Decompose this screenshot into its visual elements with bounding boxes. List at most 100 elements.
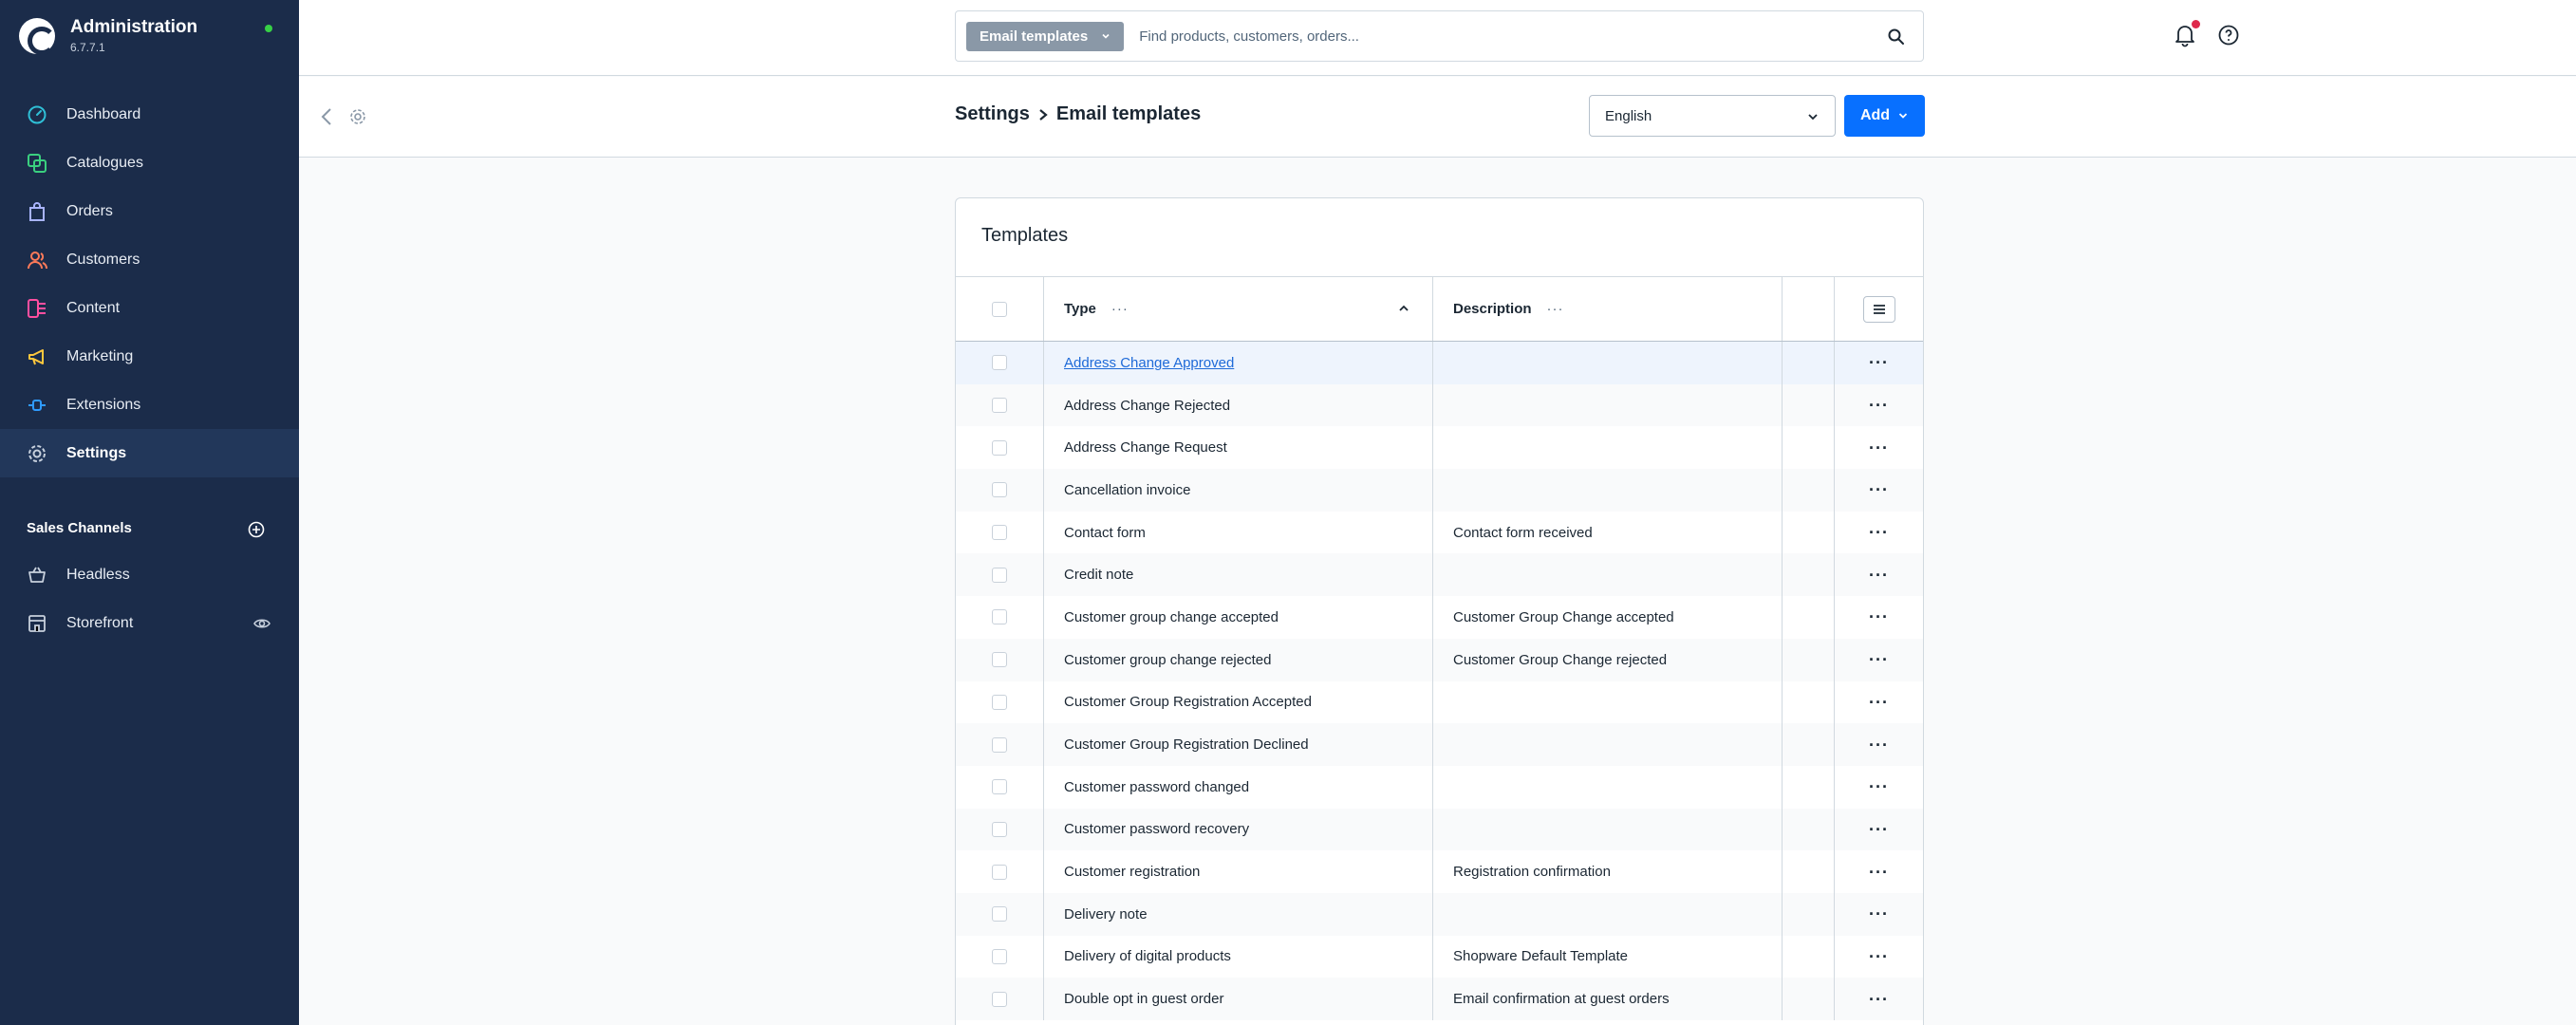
template-type-link[interactable]: Address Change Approved	[1064, 355, 1234, 371]
language-switch[interactable]: English	[1589, 95, 1836, 137]
empty-cell	[1783, 850, 1835, 893]
column-settings-button[interactable]	[1862, 295, 1895, 323]
template-type-link[interactable]: Customer password recovery	[1064, 821, 1249, 837]
template-type-link[interactable]: Address Change Request	[1064, 439, 1227, 456]
add-sales-channel-icon[interactable]	[248, 521, 265, 538]
row-checkbox[interactable]	[992, 864, 1007, 880]
template-type-link[interactable]: Cancellation invoice	[1064, 482, 1190, 498]
row-actions-menu-icon[interactable]: ···	[1869, 608, 1889, 625]
table-row[interactable]: Delivery of digital products Shopware Def…	[956, 935, 1923, 978]
table-row[interactable]: Address Change Approved ···	[956, 342, 1923, 384]
row-actions-menu-icon[interactable]: ···	[1869, 439, 1889, 457]
template-type-link[interactable]: Customer registration	[1064, 864, 1200, 880]
table-row[interactable]: Customer Group Registration Declined ···	[956, 723, 1923, 766]
sidebar-item-extensions[interactable]: Extensions	[0, 381, 299, 429]
table-row[interactable]: Credit note ···	[956, 553, 1923, 597]
row-checkbox[interactable]	[992, 948, 1007, 964]
table-row[interactable]: Address Change Rejected ···	[956, 383, 1923, 427]
table-row[interactable]: Customer group change rejected Customer G…	[956, 638, 1923, 681]
sales-channel-storefront[interactable]: Storefront	[0, 599, 299, 647]
table-row[interactable]: Contact form Contact form received ···	[956, 511, 1923, 554]
empty-cell	[1783, 935, 1835, 978]
row-checkbox[interactable]	[992, 652, 1007, 668]
brand[interactable]: Administration 6.7.7.1	[19, 17, 197, 55]
row-checkbox[interactable]	[992, 779, 1007, 795]
row-checkbox[interactable]	[992, 906, 1007, 922]
add-button[interactable]: Add	[1844, 95, 1925, 137]
sidebar-item-customers[interactable]: Customers	[0, 235, 299, 284]
row-checkbox[interactable]	[992, 736, 1007, 753]
row-checkbox[interactable]	[992, 821, 1007, 837]
row-actions-menu-icon[interactable]: ···	[1869, 524, 1889, 541]
sidebar-item-dashboard[interactable]: Dashboard	[0, 90, 299, 139]
template-type-link[interactable]: Credit note	[1064, 567, 1133, 583]
row-actions-menu-icon[interactable]: ···	[1869, 481, 1889, 498]
row-checkbox[interactable]	[992, 439, 1007, 456]
sidebar-item-orders[interactable]: Orders	[0, 187, 299, 235]
row-actions-menu-icon[interactable]: ···	[1869, 567, 1889, 584]
template-type-link[interactable]: Customer group change rejected	[1064, 652, 1271, 668]
row-checkbox[interactable]	[992, 694, 1007, 710]
row-checkbox[interactable]	[992, 398, 1007, 414]
sidebar-item-settings[interactable]: Settings	[0, 429, 299, 477]
row-actions-menu-icon[interactable]: ···	[1869, 694, 1889, 711]
column-menu-icon[interactable]: ···	[1111, 301, 1129, 317]
column-header-type[interactable]: Type ···	[1044, 277, 1433, 341]
sort-ascending-icon[interactable]	[1398, 304, 1409, 313]
table-row[interactable]: Address Change Request ···	[956, 426, 1923, 470]
chevron-down-icon	[1898, 113, 1908, 119]
template-type-link[interactable]: Customer Group Registration Declined	[1064, 736, 1309, 753]
table-row[interactable]: Customer registration Registration confir…	[956, 850, 1923, 893]
row-actions-menu-icon[interactable]: ···	[1869, 991, 1889, 1008]
row-actions-menu-icon[interactable]: ···	[1869, 821, 1889, 838]
table-row[interactable]: Customer password recovery ···	[956, 808, 1923, 851]
template-type-link[interactable]: Double opt in guest order	[1064, 991, 1223, 1007]
table-row[interactable]: Delivery note ···	[956, 892, 1923, 936]
table-row[interactable]: Customer Group Registration Accepted ···	[956, 680, 1923, 724]
row-checkbox[interactable]	[992, 525, 1007, 541]
template-type-link[interactable]: Customer password changed	[1064, 779, 1249, 795]
template-type-link[interactable]: Address Change Rejected	[1064, 398, 1230, 414]
row-actions-menu-icon[interactable]: ···	[1869, 948, 1889, 965]
table-row[interactable]: Cancellation invoice ···	[956, 469, 1923, 512]
row-checkbox[interactable]	[992, 991, 1007, 1007]
search-type-tag[interactable]: Email templates	[966, 21, 1125, 51]
row-checkbox[interactable]	[992, 567, 1007, 583]
column-header-description[interactable]: Description ···	[1433, 277, 1783, 341]
back-arrow-icon[interactable]	[320, 106, 333, 127]
template-type-link[interactable]: Contact form	[1064, 525, 1146, 541]
gear-icon[interactable]	[348, 107, 367, 126]
sales-channel-headless[interactable]: Headless	[0, 550, 299, 599]
row-actions-menu-icon[interactable]: ···	[1869, 651, 1889, 668]
search-input[interactable]	[1139, 28, 1880, 45]
row-actions-menu-icon[interactable]: ···	[1869, 778, 1889, 795]
template-description: Customer Group Change accepted	[1453, 608, 1674, 625]
row-actions-menu-icon[interactable]: ···	[1869, 905, 1889, 922]
row-actions-menu-icon[interactable]: ···	[1869, 864, 1889, 881]
table-row[interactable]: Customer password changed ···	[956, 765, 1923, 809]
row-actions-menu-icon[interactable]: ···	[1869, 736, 1889, 754]
sidebar-item-catalogues[interactable]: Catalogues	[0, 139, 299, 187]
help-icon[interactable]	[2217, 24, 2240, 47]
select-all-checkbox[interactable]	[992, 301, 1007, 317]
sidebar-item-content[interactable]: Content	[0, 284, 299, 332]
global-search[interactable]: Email templates	[955, 10, 1924, 62]
row-checkbox[interactable]	[992, 609, 1007, 625]
column-menu-icon[interactable]: ···	[1547, 301, 1564, 317]
sidebar-item-marketing[interactable]: Marketing	[0, 332, 299, 381]
breadcrumb-parent[interactable]: Settings	[955, 103, 1030, 125]
row-actions-menu-icon[interactable]: ···	[1869, 354, 1889, 371]
empty-cell	[1783, 892, 1835, 936]
template-type-link[interactable]: Customer group change accepted	[1064, 609, 1279, 625]
table-row[interactable]: Customer group change accepted Customer G…	[956, 596, 1923, 639]
eye-icon[interactable]	[253, 615, 271, 632]
template-type-link[interactable]: Customer Group Registration Accepted	[1064, 694, 1312, 710]
row-checkbox[interactable]	[992, 355, 1007, 371]
row-checkbox[interactable]	[992, 482, 1007, 498]
description-cell	[1433, 723, 1783, 766]
table-row[interactable]: Double opt in guest order Email confirmat…	[956, 978, 1923, 1020]
template-type-link[interactable]: Delivery of digital products	[1064, 948, 1231, 964]
template-type-link[interactable]: Delivery note	[1064, 906, 1148, 922]
row-actions-menu-icon[interactable]: ···	[1869, 397, 1889, 414]
search-icon[interactable]	[1887, 28, 1906, 47]
